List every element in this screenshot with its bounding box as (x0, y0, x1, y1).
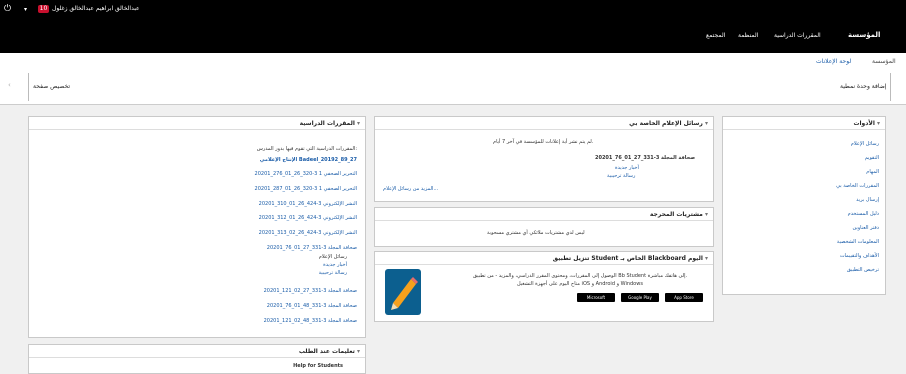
course-sub-label: رسائل الإعلام (318, 254, 347, 260)
course-link[interactable]: النشر الإلكتروني 3-424_26_01_310_20201 (259, 201, 357, 207)
on-demand-header[interactable]: تعليمات عند الطلب ▾ (29, 345, 365, 358)
customize-page-button[interactable]: تخصيص صفحة (28, 73, 75, 101)
power-icon[interactable]: ⏻ (4, 4, 11, 14)
app-promo-title: تنزيل تطبيق Student الخاص بـ Blackboard … (552, 255, 703, 262)
subtab-current: المؤسسة (872, 58, 896, 65)
sub-tabs: المؤسسة لوحة الإعلانات (0, 53, 906, 69)
calendar-panel: مشتريات المحرجة ▾ ليس لدي مشتريات ملائكي… (374, 207, 714, 247)
tools-header[interactable]: الأدوات ▾ (723, 117, 885, 130)
tool-item[interactable]: التقويم (865, 155, 879, 161)
tab-community[interactable]: المجتمع (706, 32, 725, 39)
tab-courses[interactable]: المقررات الدراسية (774, 32, 821, 39)
app-promo-text: الوصول إلى المقررات، ومحتوى المقرر الدرا… (473, 273, 688, 279)
main-nav: المؤسسة المقررات الدراسية المنظمة المجتم… (0, 20, 906, 53)
scroll-left-icon[interactable]: ‹ (8, 81, 11, 89)
course-link[interactable]: التحرير الصحفي 1 3-320_26_01_276_20201 (255, 171, 357, 177)
tool-item[interactable]: الأهداف والتقييمات (840, 253, 879, 259)
announcements-title: رسائل الإعلام الخاصة بي (629, 120, 703, 127)
subtab-announcements-link[interactable]: لوحة الإعلانات (816, 58, 851, 65)
announcements-empty-text: لم يتم نشر أية إعلانات للمؤسسة في آخر 7 … (493, 139, 594, 145)
chevron-down-icon: ▾ (704, 211, 708, 218)
tools-panel: الأدوات ▾ رسائل الإعلام التقويم المهام ا… (722, 116, 886, 295)
course-link[interactable]: الإنتاج الإعلامي Badeel_20192_89_27 (260, 157, 357, 163)
course-link[interactable]: صحافة المجلة 3-331_48_01_76_20201 (267, 303, 357, 309)
on-demand-title: تعليمات عند الطلب (298, 348, 355, 355)
tool-item[interactable]: دفتر العناوين (853, 225, 879, 231)
help-for-students-link[interactable]: Help for Students (293, 363, 343, 369)
announcement-news-link[interactable]: أخبار جديدة (615, 165, 639, 171)
chevron-down-icon: ▾ (876, 120, 880, 127)
tool-item[interactable]: المقررات الخاصة بي (836, 183, 879, 189)
course-link[interactable]: صحافة المجلة 3-331_27_02_121_20201 (264, 288, 357, 294)
tab-institution[interactable]: المؤسسة (848, 31, 880, 39)
course-link[interactable]: التحرير الصحفي 1 3-320_26_01_287_20201 (255, 186, 357, 192)
microsoft-store-badge[interactable]: Microsoft (577, 293, 615, 302)
action-bar: إضافة وحدة نمطية تخصيص صفحة ‹ (0, 69, 906, 105)
course-link[interactable]: النشر الإلكتروني 3-424_26_01_312_20201 (259, 215, 357, 221)
user-name[interactable]: عبدالخالق ابراهيم عبدالخالق زغلول (52, 5, 140, 12)
notification-badge[interactable]: 10 (38, 5, 49, 13)
course-link[interactable]: النشر الإلكتروني 3-424_26_02_313_20201 (259, 230, 357, 236)
chevron-down-icon: ▾ (704, 255, 708, 262)
calendar-empty-text: ليس لدي مشتريات ملائكي أي مشتري مسحوبة (487, 230, 585, 236)
announcement-course: صحافة المجلة 3-331_27_01_76_20201 (595, 155, 696, 161)
tool-item[interactable]: المعلومات الشخصية (837, 239, 879, 245)
app-promo-header[interactable]: تنزيل تطبيق Student الخاص بـ Blackboard … (375, 252, 713, 265)
tool-item[interactable]: ترخيص التطبيق (847, 267, 879, 273)
announcement-welcome-link[interactable]: رسالة ترحيبية (607, 173, 635, 179)
app-promo-panel: تنزيل تطبيق Student الخاص بـ Blackboard … (374, 251, 714, 322)
chevron-down-icon: ▾ (356, 120, 360, 127)
course-sub-link[interactable]: رسالة ترحيبية (319, 270, 347, 276)
course-link[interactable]: صحافة المجلة 3-331_27_01_76_20201 (267, 245, 357, 251)
tool-item[interactable]: دليل المستخدم (848, 211, 879, 217)
announcements-panel: رسائل الإعلام الخاصة بي ▾ لم يتم نشر أية… (374, 116, 714, 202)
app-store-badge[interactable]: App Store (665, 293, 703, 302)
course-sub-link[interactable]: أخبار جديدة (323, 262, 347, 268)
tool-item[interactable]: المهام (866, 169, 879, 175)
top-bar: ⏻ ▾ 10 عبدالخالق ابراهيم عبدالخالق زغلول (0, 0, 906, 20)
menu-chevron-icon[interactable]: ▾ (24, 6, 27, 13)
app-promo-platforms: متاح اليوم على أجهزة التشغيل iOS و Andro… (517, 281, 643, 287)
announcements-header[interactable]: رسائل الإعلام الخاصة بي ▾ (375, 117, 713, 130)
calendar-title: مشتريات المحرجة (649, 211, 703, 218)
courses-title: المقررات الدراسية (299, 120, 355, 127)
chevron-down-icon: ▾ (356, 348, 360, 355)
tool-item[interactable]: إرسال بريد (856, 197, 879, 203)
more-announcements-link[interactable]: المزيد من رسائل الإعلام... (383, 186, 438, 192)
courses-header[interactable]: المقررات الدراسية ▾ (29, 117, 365, 130)
pencil-app-icon (385, 269, 421, 315)
calendar-header[interactable]: مشتريات المحرجة ▾ (375, 208, 713, 221)
courses-intro: المقررات الدراسية التي تقوم فيها بدور ال… (256, 146, 357, 152)
tool-item[interactable]: رسائل الإعلام (851, 141, 879, 147)
on-demand-help-panel: تعليمات عند الطلب ▾ Help for Students (28, 344, 366, 374)
add-module-button[interactable]: إضافة وحدة نمطية (836, 73, 892, 101)
google-play-badge[interactable]: Google Play (621, 293, 659, 302)
tools-title: الأدوات (853, 120, 875, 127)
tab-organizations[interactable]: المنظمة (738, 32, 758, 39)
chevron-down-icon: ▾ (704, 120, 708, 127)
course-link[interactable]: صحافة المجلة 3-331_48_02_121_20201 (264, 318, 357, 324)
courses-panel: المقررات الدراسية ▾ المقررات الدراسية ال… (28, 116, 366, 338)
